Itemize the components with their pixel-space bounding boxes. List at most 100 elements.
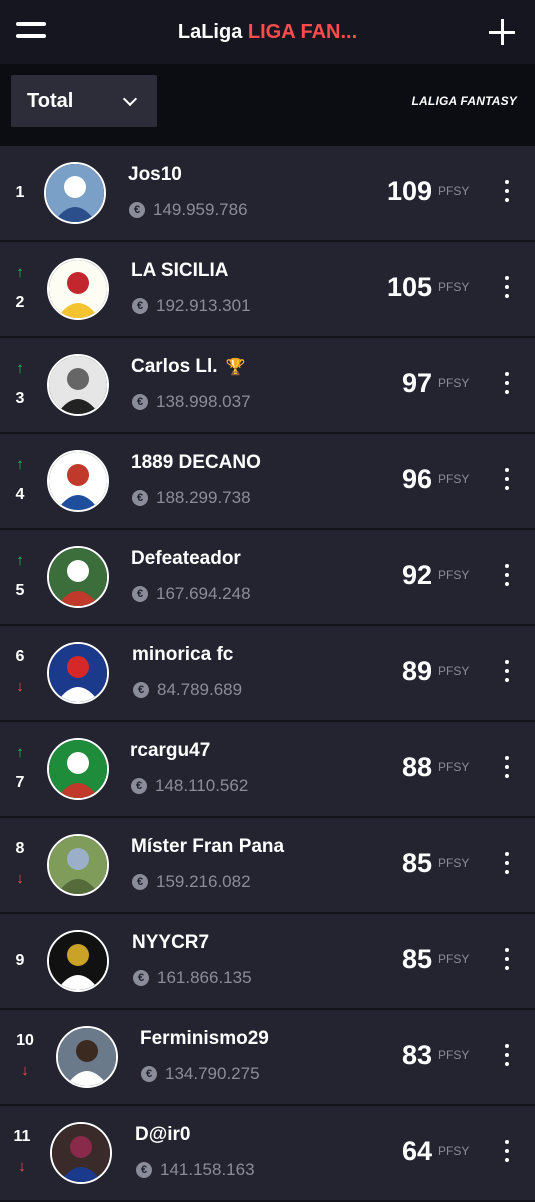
manager-name[interactable]: 1889 DECANO	[131, 452, 261, 474]
more-options-icon[interactable]	[500, 180, 514, 206]
more-options-icon[interactable]	[500, 660, 514, 686]
more-options-icon[interactable]	[500, 756, 514, 782]
avatar[interactable]	[47, 354, 109, 416]
standings-row[interactable]: ↑ 3 Carlos Ll. 🏆 € 138.998.037 97 PFSY	[0, 338, 535, 434]
manager-name-text: Carlos Ll.	[131, 356, 218, 377]
manager-name[interactable]: minorica fc	[132, 644, 233, 666]
points-unit: PFSY	[438, 568, 470, 582]
coin-icon: €	[132, 586, 148, 602]
manager-name[interactable]: D@ir0	[135, 1124, 191, 1146]
coin-icon: €	[136, 1162, 152, 1178]
manager-name-text: Míster Fran Pana	[131, 836, 285, 857]
team-value-text: 148.110.562	[155, 776, 249, 795]
more-options-icon[interactable]	[500, 564, 514, 590]
standings-row[interactable]: ↓ 11 D@ir0 € 141.158.163 64 PFSY	[0, 1106, 535, 1202]
points-unit: PFSY	[438, 472, 470, 486]
trend-up-icon: ↑	[16, 360, 24, 377]
manager-name[interactable]: NYYCR7	[132, 932, 209, 954]
trend-up-icon: ↑	[16, 552, 24, 569]
team-value: € 192.913.301	[132, 296, 251, 316]
trend-up-icon: ↑	[16, 744, 24, 761]
trophy-icon: 🏆	[225, 359, 246, 376]
avatar[interactable]	[47, 642, 109, 704]
avatar[interactable]	[47, 258, 109, 320]
brand-logo: LALIGA FANTASY	[411, 94, 517, 108]
trend-up-icon: ↑	[16, 264, 24, 281]
team-value: € 134.790.275	[141, 1064, 260, 1084]
team-value: € 161.866.135	[133, 968, 252, 988]
more-options-icon[interactable]	[500, 468, 514, 494]
standings-row[interactable]: 1 Jos10 € 149.959.786 109 PFSY	[0, 146, 535, 242]
points-unit: PFSY	[438, 376, 470, 390]
manager-name[interactable]: Carlos Ll. 🏆	[131, 356, 246, 378]
rank-number: 5	[15, 582, 25, 599]
team-value-text: 167.694.248	[156, 584, 251, 603]
standings-row[interactable]: 9 NYYCR7 € 161.866.135 85 PFSY	[0, 914, 535, 1010]
standings-list: 1 Jos10 € 149.959.786 109 PFSY ↑ 2 LA SI…	[0, 146, 535, 1202]
manager-name[interactable]: Míster Fran Pana	[131, 836, 284, 858]
top-bar: LaLiga LIGA FAN...	[0, 0, 535, 64]
team-value: € 148.110.562	[131, 776, 248, 796]
avatar[interactable]	[47, 450, 109, 512]
standings-row[interactable]: ↓ 6 minorica fc € 84.789.689 89 PFSY	[0, 626, 535, 722]
points-unit: PFSY	[438, 184, 470, 198]
team-value-text: 134.790.275	[165, 1064, 260, 1083]
points-value: 83	[401, 1040, 432, 1070]
period-select-value: Total	[27, 89, 74, 112]
rank-number: 8	[15, 840, 25, 857]
rank-number: 10	[16, 1032, 34, 1049]
coin-icon: €	[132, 874, 148, 890]
more-options-icon[interactable]	[500, 1044, 514, 1070]
avatar[interactable]	[47, 546, 109, 608]
points-unit: PFSY	[438, 280, 470, 294]
plus-icon[interactable]	[489, 19, 515, 45]
standings-row[interactable]: ↓ 10 Ferminismo29 € 134.790.275 83 PFSY	[0, 1010, 535, 1106]
avatar[interactable]	[47, 738, 109, 800]
manager-name-text: minorica fc	[132, 644, 234, 665]
standings-row[interactable]: ↑ 2 LA SICILIA € 192.913.301 105 PFSY	[0, 242, 535, 338]
avatar[interactable]	[50, 1122, 112, 1184]
hamburger-menu-icon[interactable]	[16, 22, 46, 42]
coin-icon: €	[129, 202, 145, 218]
more-options-icon[interactable]	[500, 372, 514, 398]
manager-name-text: Ferminismo29	[140, 1028, 269, 1049]
more-options-icon[interactable]	[500, 1140, 514, 1166]
team-value: € 84.789.689	[133, 680, 242, 700]
team-value-text: 138.998.037	[156, 392, 251, 411]
points-value: 88	[401, 752, 432, 782]
title-accent: LIGA FAN...	[247, 20, 358, 43]
rank-number: 9	[15, 952, 25, 969]
filter-bar: Total LALIGA FANTASY	[0, 64, 535, 148]
rank-number: 1	[15, 184, 25, 201]
manager-name[interactable]: LA SICILIA	[131, 260, 228, 282]
more-options-icon[interactable]	[500, 852, 514, 878]
points-unit: PFSY	[438, 1048, 470, 1062]
avatar[interactable]	[47, 834, 109, 896]
manager-name[interactable]: Ferminismo29	[140, 1028, 269, 1050]
team-value: € 188.299.738	[132, 488, 251, 508]
team-value: € 141.158.163	[136, 1160, 255, 1180]
title-main: LaLiga	[177, 20, 243, 43]
standings-row[interactable]: ↑ 4 1889 DECANO € 188.299.738 96 PFSY	[0, 434, 535, 530]
points-value: 92	[401, 560, 432, 590]
avatar[interactable]	[56, 1026, 118, 1088]
standings-row[interactable]: ↑ 7 rcargu47 € 148.110.562 88 PFSY	[0, 722, 535, 818]
manager-name-text: 1889 DECANO	[131, 452, 261, 473]
more-options-icon[interactable]	[500, 948, 514, 974]
more-options-icon[interactable]	[500, 276, 514, 302]
manager-name[interactable]: Defeateador	[131, 548, 241, 570]
points-value: 97	[401, 368, 432, 398]
standings-row[interactable]: ↓ 8 Míster Fran Pana € 159.216.082 85 PF…	[0, 818, 535, 914]
period-select[interactable]: Total	[11, 75, 157, 127]
avatar[interactable]	[44, 162, 106, 224]
manager-name[interactable]: Jos10	[128, 164, 182, 186]
standings-row[interactable]: ↑ 5 Defeateador € 167.694.248 92 PFSY	[0, 530, 535, 626]
points-value: 96	[401, 464, 432, 494]
manager-name[interactable]: rcargu47	[130, 740, 210, 762]
coin-icon: €	[132, 298, 148, 314]
rank-number: 2	[15, 294, 25, 311]
avatar[interactable]	[47, 930, 109, 992]
points-value: 89	[401, 656, 432, 686]
manager-name-text: NYYCR7	[132, 932, 210, 953]
team-value-text: 141.158.163	[160, 1160, 255, 1179]
